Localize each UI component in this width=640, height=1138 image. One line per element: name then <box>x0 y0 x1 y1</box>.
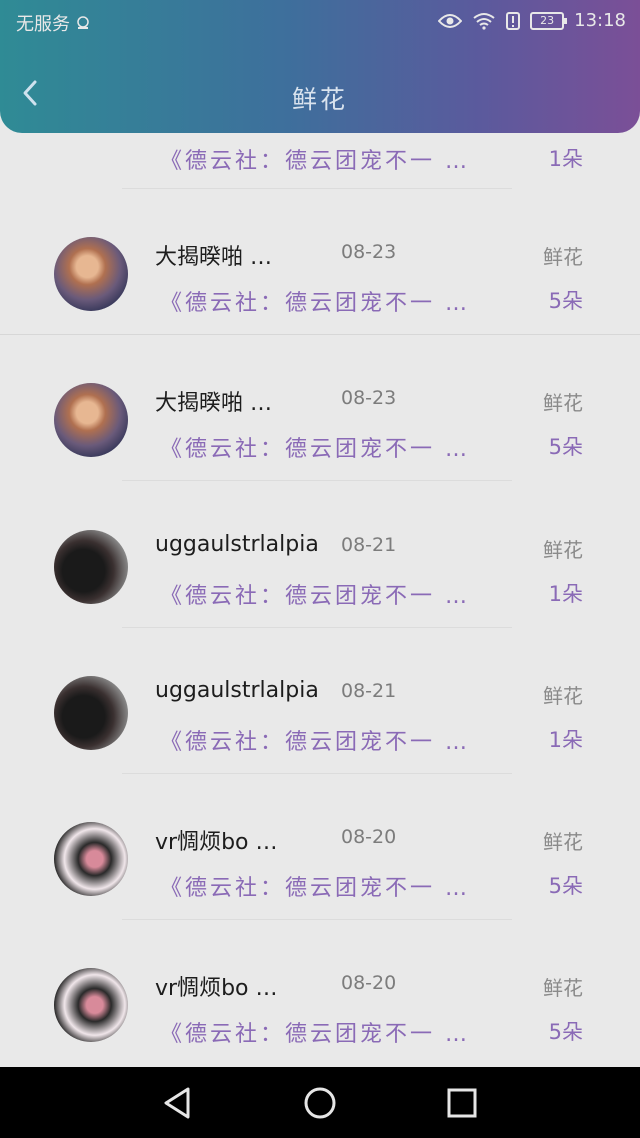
list-item[interactable]: uggaulstrlalpia 08-21 鲜花 《德云社：德云团宠不一 … 1… <box>0 640 640 786</box>
nav-back-button[interactable] <box>156 1081 200 1125</box>
app-header: 无服务 23 13:18 鲜花 <box>0 0 640 133</box>
user-name: uggaulstrlalpia <box>155 678 319 703</box>
gift-type: 鲜花 <box>543 976 583 1000</box>
row-divider <box>122 188 512 189</box>
status-left: 无服务 <box>16 10 90 36</box>
list-item[interactable]: 大揭暌啪 … 08-23 鲜花 《德云社：德云团宠不一 … 5朵 <box>0 347 640 493</box>
eye-icon <box>438 13 463 28</box>
gift-count: 1朵 <box>548 728 583 752</box>
avatar[interactable] <box>54 383 128 457</box>
list-item[interactable]: uggaulstrlalpia 08-21 鲜花 《德云社：德云团宠不一 … 1… <box>0 494 640 640</box>
date-text: 08-23 <box>341 241 397 263</box>
song-title: 《德云社：德云团宠不一 … <box>160 291 470 316</box>
avatar[interactable] <box>54 822 128 896</box>
gift-count: 5朵 <box>548 289 583 313</box>
notification-icon <box>77 16 89 29</box>
page-title: 鲜花 <box>291 85 348 114</box>
gift-count: 1朵 <box>548 582 583 606</box>
song-title: 《德云社：德云团宠不一 … <box>160 1022 470 1047</box>
list-item[interactable]: vr惆烦bo … 08-20 鲜花 《德云社：德云团宠不一 … 5朵 <box>0 786 640 932</box>
carrier-text: 无服务 <box>16 14 70 35</box>
gift-type: 鲜花 <box>543 245 583 269</box>
list-item[interactable]: vr惆烦bo … 08-20 鲜花 《德云社：德云团宠不一 … 5朵 <box>0 932 640 1078</box>
gift-count: 5朵 <box>548 435 583 459</box>
row-divider <box>122 773 512 774</box>
song-title: 《德云社：德云团宠不一 … <box>160 876 470 901</box>
row-divider <box>122 919 512 920</box>
row-divider <box>122 480 512 481</box>
user-name: vr惆烦bo … <box>155 976 278 1001</box>
square-recents-icon <box>447 1088 477 1118</box>
row-divider <box>122 627 512 628</box>
gift-type: 鲜花 <box>543 830 583 854</box>
clock-text: 13:18 <box>574 10 626 31</box>
wifi-icon <box>473 12 495 30</box>
system-navigation-bar <box>0 1067 640 1138</box>
gift-count: 5朵 <box>548 1020 583 1044</box>
circle-home-icon <box>304 1087 336 1119</box>
battery-indicator: 23 <box>530 11 568 30</box>
gift-count: 1朵 <box>548 147 583 171</box>
avatar[interactable] <box>54 237 128 311</box>
avatar[interactable] <box>54 676 128 750</box>
nav-recents-button[interactable] <box>440 1081 484 1125</box>
song-title: 《德云社：德云团宠不一 … <box>160 730 470 755</box>
gift-type: 鲜花 <box>543 684 583 708</box>
alert-icon <box>506 11 521 30</box>
user-name: vr惆烦bo … <box>155 830 278 855</box>
avatar[interactable] <box>54 968 128 1042</box>
date-text: 08-20 <box>341 972 397 994</box>
user-name: uggaulstrlalpia <box>155 532 319 557</box>
triangle-back-icon <box>164 1087 190 1119</box>
user-name: 大揭暌啪 … <box>155 391 272 416</box>
date-text: 08-21 <box>341 534 397 556</box>
gift-type: 鲜花 <box>543 391 583 415</box>
user-name: 大揭暌啪 … <box>155 245 272 270</box>
status-bar: 无服务 23 13:18 <box>0 0 640 44</box>
nav-home-button[interactable] <box>298 1081 342 1125</box>
list-item-partial[interactable]: 《德云社：德云团宠不一 … 1朵 <box>0 133 640 189</box>
date-text: 08-23 <box>341 387 397 409</box>
gift-count: 5朵 <box>548 874 583 898</box>
date-text: 08-20 <box>341 826 397 848</box>
status-right: 23 13:18 <box>438 10 626 31</box>
avatar[interactable] <box>54 530 128 604</box>
song-title: 《德云社：德云团宠不一 … <box>160 584 470 609</box>
gift-type: 鲜花 <box>543 538 583 562</box>
list-item[interactable]: 大揭暌啪 … 08-23 鲜花 《德云社：德云团宠不一 … 5朵 <box>0 201 640 347</box>
song-title: 《德云社：德云团宠不一 … <box>160 437 470 462</box>
date-text: 08-21 <box>341 680 397 702</box>
song-title: 《德云社：德云团宠不一 … <box>160 149 470 174</box>
